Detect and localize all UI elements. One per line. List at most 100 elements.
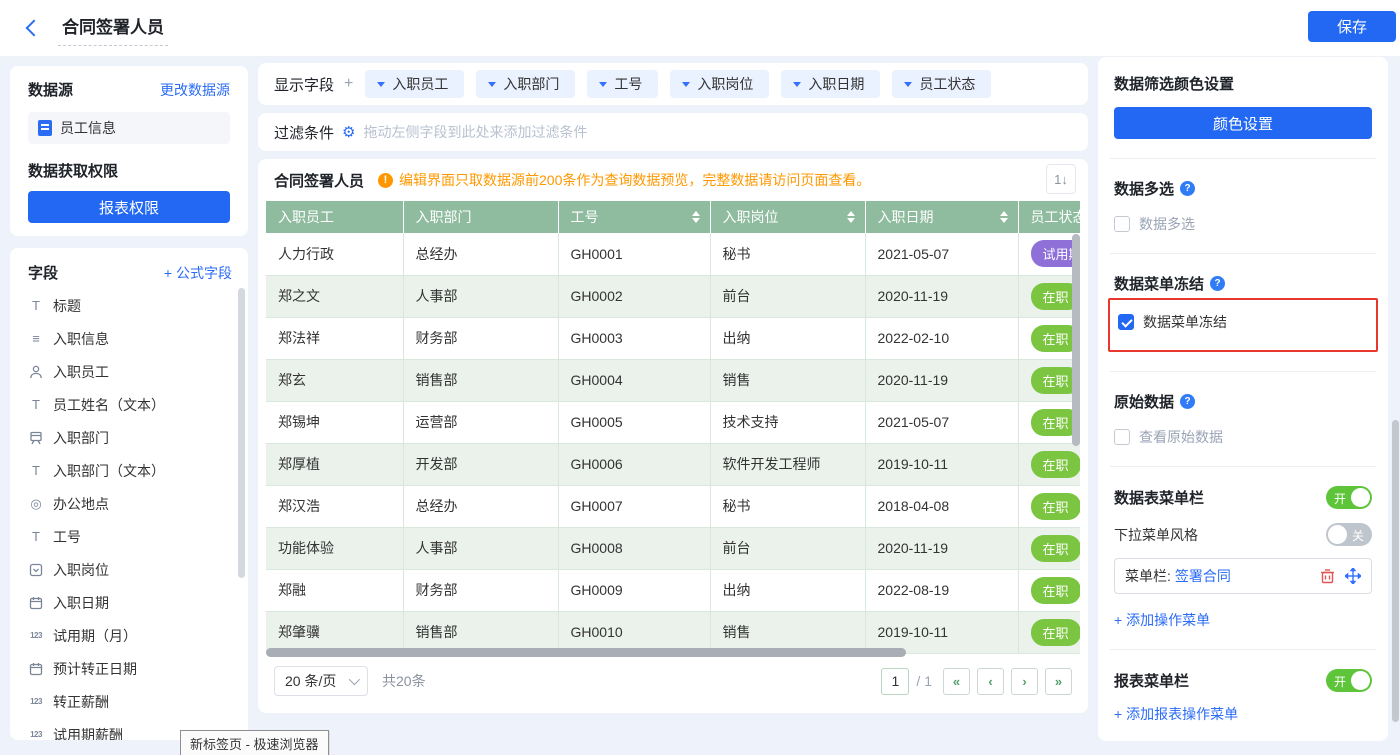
- table-row[interactable]: 郑法祥财务部GH0003出纳2022-02-10在职: [266, 317, 1080, 359]
- dropdown-style-toggle[interactable]: 关: [1326, 523, 1372, 546]
- display-field-chip[interactable]: 工号: [587, 70, 658, 98]
- number-icon: 123: [28, 694, 44, 710]
- field-item[interactable]: 123试用期（月）: [28, 619, 248, 652]
- table-cell: 在职: [1018, 527, 1080, 569]
- page-number-input[interactable]: [881, 668, 909, 695]
- filter-card: 过滤条件 ⚙ 拖动左侧字段到此处来添加过滤条件: [258, 113, 1088, 151]
- window-scrollbar[interactable]: [1392, 420, 1399, 722]
- field-item[interactable]: ◎办公地点: [28, 487, 248, 520]
- help-icon[interactable]: ?: [1180, 394, 1195, 409]
- delete-icon[interactable]: [1320, 568, 1335, 584]
- field-item[interactable]: 入职部门: [28, 421, 248, 454]
- field-item[interactable]: ≡入职信息: [28, 322, 248, 355]
- color-settings-button[interactable]: 颜色设置: [1114, 107, 1372, 139]
- report-menu-toggle[interactable]: 开: [1326, 669, 1372, 692]
- table-cell: 财务部: [403, 569, 558, 611]
- table-row[interactable]: 郑锡坤运营部GH0005技术支持2021-05-07在职: [266, 401, 1080, 443]
- add-report-action-menu-link[interactable]: + 添加报表操作菜单: [1114, 704, 1238, 724]
- field-item[interactable]: 入职岗位: [28, 553, 248, 586]
- add-action-menu-link[interactable]: + 添加操作菜单: [1114, 610, 1210, 630]
- add-formula-field-link[interactable]: + 公式字段: [164, 263, 232, 283]
- add-display-field-icon[interactable]: +: [344, 75, 353, 93]
- column-header[interactable]: 入职日期: [865, 201, 1018, 233]
- gear-icon[interactable]: ⚙: [342, 123, 355, 141]
- table-cell: GH0007: [558, 485, 710, 527]
- back-icon[interactable]: [26, 20, 43, 37]
- display-field-chip[interactable]: 入职日期: [781, 70, 880, 98]
- field-item[interactable]: T员工姓名（文本）: [28, 388, 248, 421]
- table-row[interactable]: 功能体验人事部GH0008前台2020-11-19在职: [266, 527, 1080, 569]
- column-header[interactable]: 员工状态: [1018, 201, 1080, 233]
- chevron-down-icon: [377, 82, 385, 87]
- column-header-label: 入职岗位: [723, 209, 779, 225]
- table-cell: 秘书: [710, 485, 865, 527]
- table-row[interactable]: 人力行政总经办GH0001秘书2021-05-07试用期: [266, 233, 1080, 275]
- checkbox-icon[interactable]: [1118, 314, 1134, 330]
- field-item[interactable]: 入职日期: [28, 586, 248, 619]
- move-icon[interactable]: [1345, 568, 1361, 584]
- table-cell: 2019-10-11: [865, 443, 1018, 485]
- page-title: 合同签署人员: [58, 11, 168, 46]
- table-vertical-scrollbar[interactable]: [1072, 234, 1080, 446]
- display-field-chips: 入职员工 入职部门 工号入职岗位入职日期员工状态: [365, 70, 991, 98]
- number-icon: 123: [28, 727, 44, 741]
- table-row[interactable]: 郑肇骥销售部GH0010销售2019-10-11在职: [266, 611, 1080, 653]
- column-header[interactable]: 工号: [558, 201, 710, 233]
- field-item[interactable]: 入职员工: [28, 355, 248, 388]
- table-row[interactable]: 郑厚植开发部GH0006软件开发工程师2019-10-11在职: [266, 443, 1080, 485]
- last-page-button[interactable]: »: [1045, 668, 1072, 695]
- sort-arrows-icon[interactable]: [1000, 211, 1008, 223]
- field-item[interactable]: T标题: [28, 289, 248, 322]
- change-datasource-link[interactable]: 更改数据源: [160, 80, 230, 100]
- fields-scrollbar[interactable]: [238, 288, 245, 578]
- display-field-chip[interactable]: 入职员工: [365, 70, 464, 98]
- menu-freeze-checkbox-row[interactable]: 数据菜单冻结: [1118, 312, 1368, 332]
- divider: [1110, 253, 1376, 254]
- page-size-select[interactable]: 20 条/页: [274, 666, 368, 696]
- display-field-chip[interactable]: 入职部门: [476, 70, 575, 98]
- display-field-chip[interactable]: 入职岗位: [670, 70, 769, 98]
- field-item[interactable]: 预计转正日期: [28, 652, 248, 685]
- raw-data-checkbox-label: 查看原始数据: [1139, 427, 1223, 447]
- checkbox-icon[interactable]: [1114, 216, 1130, 232]
- table-row[interactable]: 郑之文人事部GH0002前台2020-11-19在职: [266, 275, 1080, 317]
- table-cell: 郑玄: [266, 359, 403, 401]
- next-page-button[interactable]: ›: [1011, 668, 1038, 695]
- prev-page-button[interactable]: ‹: [977, 668, 1004, 695]
- multi-select-title: 数据多选 ?: [1114, 178, 1372, 199]
- display-field-chip[interactable]: 员工状态: [892, 70, 991, 98]
- sort-arrows-icon[interactable]: [692, 211, 700, 223]
- save-button[interactable]: 保存: [1308, 11, 1396, 42]
- first-page-button[interactable]: «: [943, 668, 970, 695]
- table-cell: 软件开发工程师: [710, 443, 865, 485]
- raw-data-checkbox-row[interactable]: 查看原始数据: [1114, 427, 1372, 447]
- menu-item-name[interactable]: 签署合同: [1175, 566, 1231, 586]
- chip-label: 入职部门: [503, 74, 559, 94]
- checkbox-icon[interactable]: [1114, 429, 1130, 445]
- field-item[interactable]: T工号: [28, 520, 248, 553]
- report-permission-button[interactable]: 报表权限: [28, 191, 230, 223]
- table-row[interactable]: 郑汉浩总经办GH0007秘书2018-04-08在职: [266, 485, 1080, 527]
- table-cell: 销售: [710, 611, 865, 653]
- menu-item-prefix: 菜单栏:: [1125, 566, 1171, 586]
- column-header[interactable]: 入职员工: [266, 201, 403, 233]
- field-item-label: 办公地点: [53, 494, 109, 514]
- help-icon[interactable]: ?: [1180, 181, 1195, 196]
- help-icon[interactable]: ?: [1210, 276, 1225, 291]
- field-item[interactable]: T入职部门（文本）: [28, 454, 248, 487]
- column-header[interactable]: 入职岗位: [710, 201, 865, 233]
- table-cell: 出纳: [710, 569, 865, 611]
- table-cell: 在职: [1018, 485, 1080, 527]
- datasource-title: 数据源: [28, 79, 73, 100]
- multi-select-checkbox-row[interactable]: 数据多选: [1114, 214, 1372, 234]
- table-row[interactable]: 郑融财务部GH0009出纳2022-08-19在职: [266, 569, 1080, 611]
- column-header[interactable]: 入职部门: [403, 201, 558, 233]
- sort-arrows-icon[interactable]: [847, 211, 855, 223]
- top-bar: 合同签署人员 保存: [0, 0, 1400, 57]
- sort-order-icon[interactable]: 1↓: [1046, 164, 1076, 194]
- table-row[interactable]: 郑玄销售部GH0004销售2020-11-19在职: [266, 359, 1080, 401]
- table-horizontal-scrollbar[interactable]: [266, 648, 906, 657]
- table-menu-toggle[interactable]: 开: [1326, 486, 1372, 509]
- datasource-item[interactable]: 员工信息: [28, 112, 230, 144]
- field-item[interactable]: 123转正薪酬: [28, 685, 248, 718]
